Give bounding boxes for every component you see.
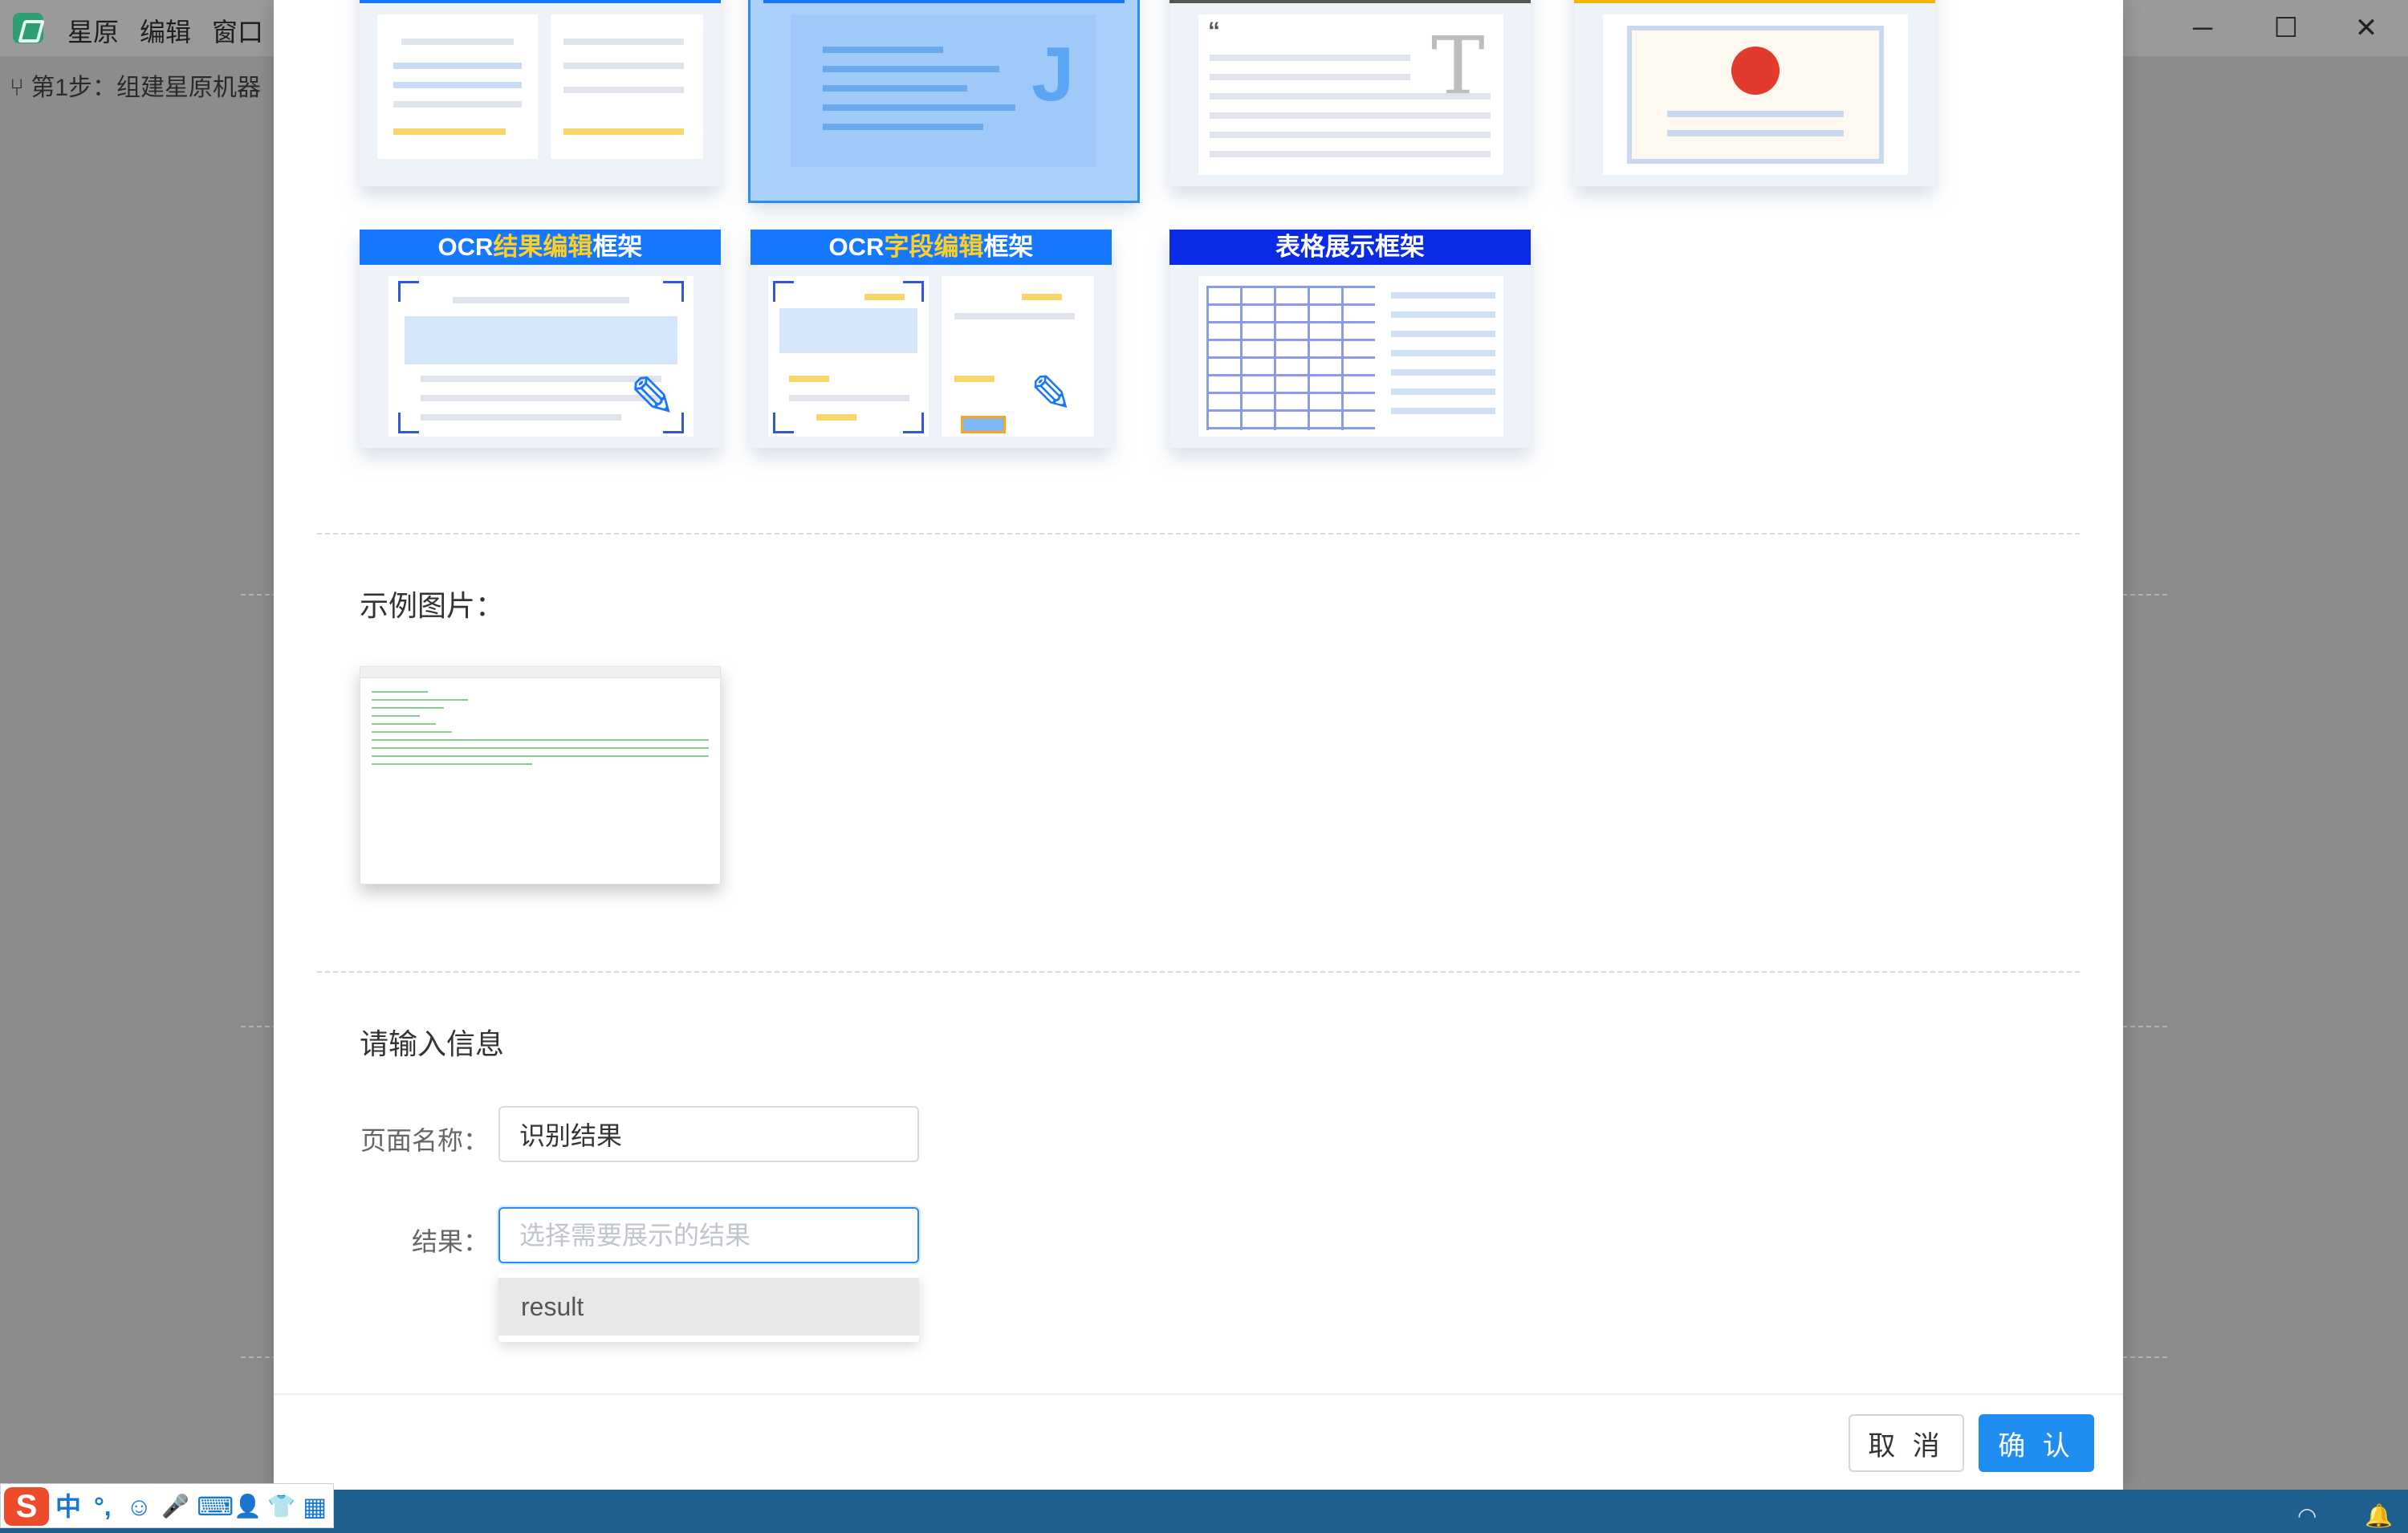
template-thumb: J xyxy=(791,14,1096,167)
quote-icon: “ xyxy=(1208,18,1220,44)
template-thumb: ✎ xyxy=(942,276,1094,437)
sogou-logo-icon[interactable]: S xyxy=(4,1487,49,1526)
template-thumb xyxy=(551,14,703,159)
template-thumb xyxy=(1198,276,1503,437)
template-title: OCR字段编辑框架 xyxy=(750,230,1112,265)
skin-icon[interactable]: 👕 xyxy=(267,1490,295,1523)
emoji-icon[interactable]: ☺ xyxy=(126,1490,153,1523)
template-title: OCR结果编辑框架 xyxy=(360,230,721,265)
app-logo xyxy=(13,13,43,43)
ime-punctuation[interactable]: °, xyxy=(94,1490,112,1523)
minimize-icon[interactable]: ─ xyxy=(2178,10,2227,47)
ime-chinese-mode[interactable]: 中 xyxy=(55,1490,81,1523)
menu-item-xingyuan[interactable]: 星原 xyxy=(67,12,119,49)
keyboard-icon[interactable]: ⌨ xyxy=(197,1490,234,1523)
create-page-modal: J “ T OCR结果编辑框架 ✎ OCR字段编辑框架 ✎ 表格展示框架 示例图… xyxy=(274,0,2123,1490)
result-dropdown: result xyxy=(498,1273,919,1342)
template-card-ocr-field-edit[interactable]: OCR字段编辑框架 ✎ xyxy=(750,230,1112,448)
form-heading: 请输入信息 xyxy=(360,1027,505,1060)
template-thumb xyxy=(1603,14,1908,175)
microphone-icon[interactable]: 🎤 xyxy=(161,1490,189,1523)
template-title xyxy=(763,0,1125,3)
template-title xyxy=(360,0,721,3)
template-card-2[interactable]: J xyxy=(748,0,1140,203)
page-name-label: 页面名称： xyxy=(360,1126,489,1155)
result-select[interactable] xyxy=(498,1207,919,1263)
template-card-ocr-result-edit[interactable]: OCR结果编辑框架 ✎ xyxy=(360,230,721,448)
menu-item-window[interactable]: 窗口 xyxy=(212,12,263,49)
result-label: 结果： xyxy=(411,1227,489,1256)
confirm-button[interactable]: 确 认 xyxy=(1979,1414,2094,1472)
pencil-icon: ✎ xyxy=(1030,365,1073,423)
user-icon[interactable]: 👤 xyxy=(234,1490,262,1523)
maximize-icon[interactable]: ☐ xyxy=(2262,10,2310,47)
template-title xyxy=(1574,0,1935,3)
template-card-table-display[interactable]: 表格展示框架 xyxy=(1169,230,1531,448)
template-thumb: “ T xyxy=(1198,14,1503,175)
template-thumb: ✎ xyxy=(388,276,694,437)
section-divider xyxy=(317,533,2080,535)
table-grid-icon xyxy=(1206,286,1375,430)
example-label: 示例图片： xyxy=(360,589,505,622)
breadcrumb-step: 第1步：组建星原机器 xyxy=(31,75,262,101)
json-letter-icon: J xyxy=(1031,31,1075,117)
footer-divider xyxy=(274,1393,2123,1395)
grid-menu-icon[interactable]: ▦ xyxy=(303,1490,327,1523)
template-card-4[interactable] xyxy=(1574,0,1935,186)
template-thumb xyxy=(377,14,538,159)
branch-icon: ⑂ xyxy=(10,75,31,101)
cancel-button[interactable]: 取 消 xyxy=(1849,1414,1964,1472)
ime-toolbar: S 中 °, ☺ 🎤 ⌨ 👤 👕 ▦ xyxy=(0,1483,334,1528)
pencil-icon: ✎ xyxy=(629,366,677,429)
menu-item-edit[interactable]: 编辑 xyxy=(140,12,191,49)
section-divider xyxy=(317,971,2080,973)
template-thumb xyxy=(768,276,929,437)
taskbar xyxy=(0,1490,2408,1533)
notification-icon[interactable]: 🔔 xyxy=(2365,1503,2393,1529)
example-image xyxy=(360,666,721,884)
emblem-icon xyxy=(1731,47,1780,95)
template-title xyxy=(1169,0,1531,3)
close-icon[interactable]: ✕ xyxy=(2342,10,2390,47)
template-card-1[interactable] xyxy=(360,0,721,186)
result-option[interactable]: result xyxy=(498,1278,919,1336)
template-card-3[interactable]: “ T xyxy=(1169,0,1531,186)
breadcrumb: ⑂ 第1步：组建星原机器 xyxy=(10,67,261,103)
template-title: 表格展示框架 xyxy=(1169,230,1531,265)
page-name-input[interactable] xyxy=(498,1106,919,1162)
wifi-icon[interactable]: ◠ xyxy=(2297,1503,2316,1529)
